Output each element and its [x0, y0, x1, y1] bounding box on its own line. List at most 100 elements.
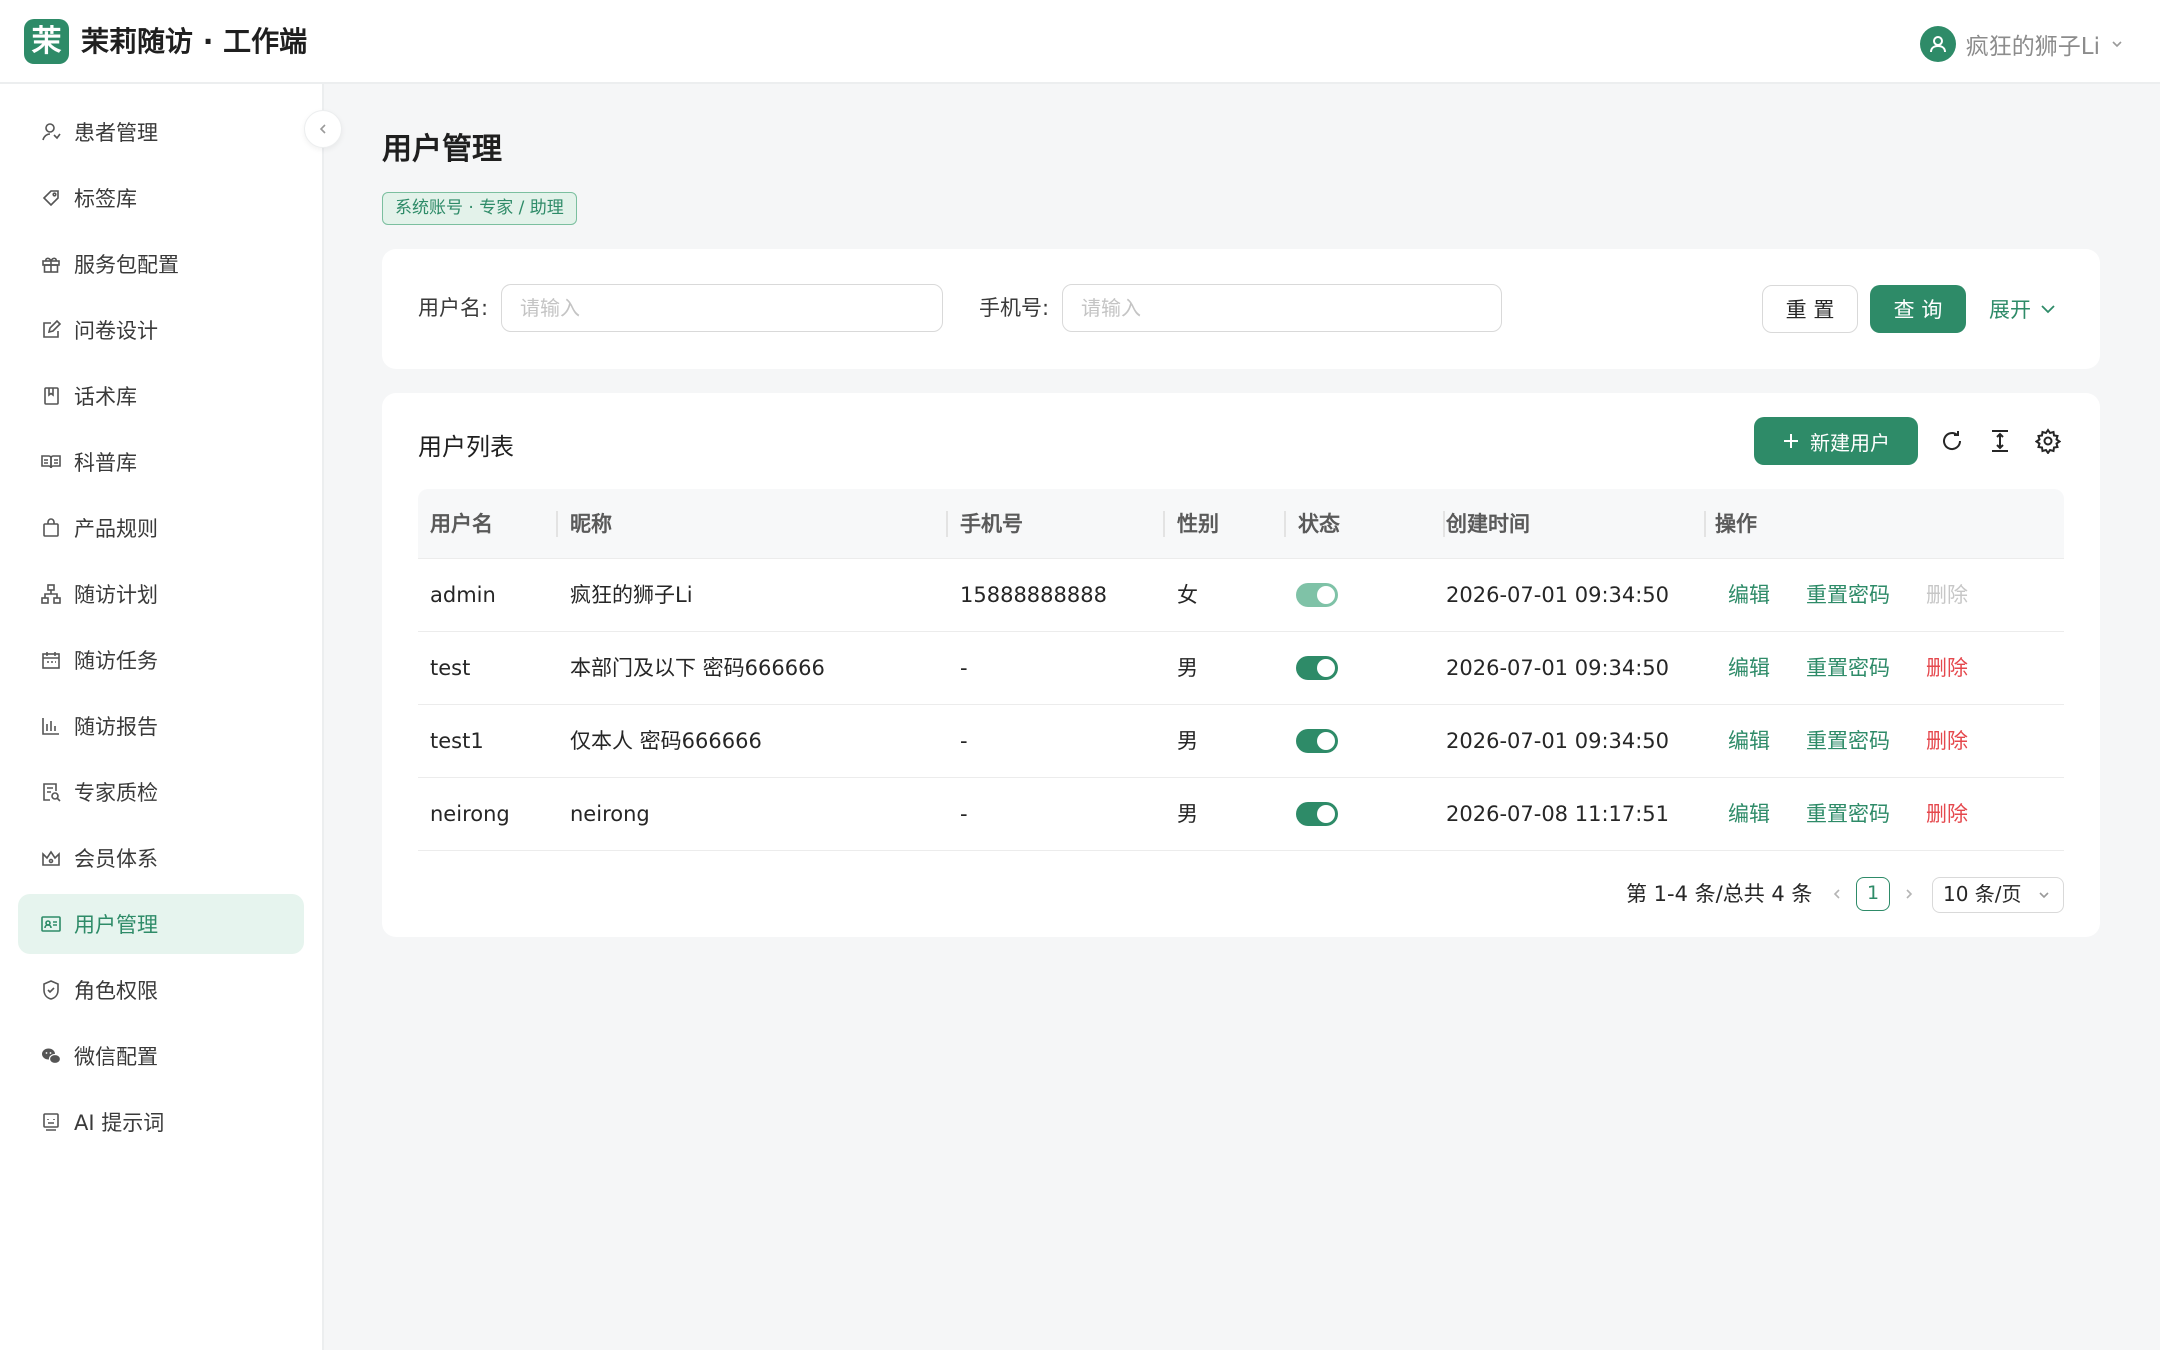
column-header[interactable]: 操作: [1715, 489, 1757, 559]
table-row: test1 仅本人 密码666666 - 男 2026-07-01 09:34:…: [418, 705, 2064, 778]
edit-link[interactable]: 编辑: [1728, 632, 1770, 705]
sidebar-item-ai-prompt[interactable]: AI 提示词: [18, 1092, 304, 1152]
reset-password-link[interactable]: 重置密码: [1806, 778, 1890, 851]
edit-link[interactable]: 编辑: [1728, 778, 1770, 851]
sidebar-item-user-management[interactable]: 用户管理: [18, 894, 304, 954]
reset-password-link[interactable]: 重置密码: [1806, 559, 1890, 632]
refresh-icon: [1943, 431, 1962, 450]
sidebar-item-science[interactable]: 科普库: [18, 432, 304, 492]
cell-created-time: 2026-07-01 09:34:50: [1446, 583, 1670, 607]
page-size-select[interactable]: 10 条/页: [1932, 877, 2064, 913]
page-title: 用户管理: [382, 132, 502, 167]
delete-link: 删除: [1926, 583, 1968, 607]
density-button[interactable]: [1984, 425, 2016, 457]
cell-gender: 女: [1177, 583, 1198, 607]
plus-icon: [1784, 434, 1798, 448]
edit-link[interactable]: 编辑: [1728, 705, 1770, 778]
bar-chart-icon: [42, 718, 59, 735]
edit-icon: [43, 319, 62, 338]
sidebar-item-label: 随访报告: [74, 715, 158, 739]
sidebar-item-label: 随访计划: [74, 583, 158, 607]
column-header[interactable]: 用户名: [430, 489, 493, 559]
book-icon: [44, 387, 59, 405]
edit-link[interactable]: 编辑: [1728, 559, 1770, 632]
delete-link[interactable]: 删除: [1926, 778, 1968, 851]
delete-link[interactable]: 删除: [1926, 705, 1968, 778]
sidebar-item-label: 专家质检: [74, 781, 158, 805]
audit-icon: [43, 783, 61, 802]
reset-password-link[interactable]: 重置密码: [1806, 632, 1890, 705]
expand-toggle[interactable]: 展开: [1989, 285, 2057, 333]
cell-username: test1: [430, 729, 484, 753]
status-switch[interactable]: [1296, 802, 1338, 826]
sidebar-item-label: 科普库: [74, 451, 137, 475]
cell-username: neirong: [430, 802, 510, 826]
sidebar-item-label: AI 提示词: [74, 1111, 165, 1135]
next-page-button[interactable]: [1898, 883, 1920, 905]
username-input[interactable]: [501, 284, 943, 332]
sidebar-item-expert-qc[interactable]: 专家质检: [18, 762, 304, 822]
column-settings-button[interactable]: [2032, 425, 2064, 457]
patient-icon: [42, 123, 61, 141]
column-header[interactable]: 性别: [1177, 489, 1219, 559]
new-user-label: 新建用户: [1810, 430, 1890, 455]
prev-page-button[interactable]: [1826, 883, 1848, 905]
sidebar-item-tags[interactable]: 标签库: [18, 168, 304, 228]
search-panel: 用户名: 手机号: 重 置 查 询 展开: [382, 249, 2100, 369]
top-header: 茉 茉莉随访 · 工作端 疯狂的狮子Li: [0, 0, 2160, 84]
sidebar-item-product-rules[interactable]: 产品规则: [18, 498, 304, 558]
sidebar-item-followup-plan[interactable]: 随访计划: [18, 564, 304, 624]
cell-gender: 男: [1177, 656, 1198, 680]
tag-icon: [42, 190, 59, 207]
id-card-icon: [41, 916, 61, 932]
account-type-tag: 系统账号 · 专家 / 助理: [382, 192, 577, 225]
phone-input[interactable]: [1062, 284, 1502, 332]
column-header[interactable]: 创建时间: [1446, 489, 1530, 559]
chevron-down-icon: [2112, 41, 2122, 48]
chevron-right-icon: [1906, 889, 1913, 899]
column-header[interactable]: 昵称: [570, 489, 612, 559]
chevron-left-icon: [319, 124, 326, 134]
username-label: 用户名:: [418, 296, 489, 320]
sidebar-item-patients[interactable]: 患者管理: [18, 102, 304, 162]
delete-link[interactable]: 删除: [1926, 632, 1968, 705]
sidebar-collapse-button[interactable]: [304, 110, 342, 148]
sidebar-item-wechat-config[interactable]: 微信配置: [18, 1026, 304, 1086]
status-switch: [1296, 583, 1338, 607]
status-switch[interactable]: [1296, 729, 1338, 753]
cell-nickname: 仅本人 密码666666: [570, 729, 762, 753]
gear-icon: [2035, 428, 2061, 454]
new-user-button[interactable]: 新建用户: [1754, 417, 1918, 465]
robot-icon: [43, 1113, 59, 1131]
sidebar-item-role-permission[interactable]: 角色权限: [18, 960, 304, 1020]
reset-password-link[interactable]: 重置密码: [1806, 705, 1890, 778]
cell-gender: 男: [1177, 729, 1198, 753]
chevron-down-icon: [2041, 305, 2055, 314]
refresh-button[interactable]: [1936, 425, 1968, 457]
cell-username: test: [430, 656, 471, 680]
page-number-button[interactable]: 1: [1856, 877, 1890, 911]
cell-nickname: 本部门及以下 密码666666: [570, 656, 825, 680]
sidebar-item-label: 会员体系: [74, 847, 158, 871]
sidebar-item-label: 角色权限: [74, 979, 158, 1003]
query-button[interactable]: 查 询: [1870, 285, 1966, 333]
column-header[interactable]: 状态: [1298, 489, 1340, 559]
sidebar: 患者管理 标签库 服务包配置 问卷设计 话术库 科普库 产品规则 随访计划 随访…: [0, 84, 324, 1350]
sidebar-item-label: 产品规则: [74, 517, 158, 541]
sidebar-item-service-package[interactable]: 服务包配置: [18, 234, 304, 294]
pagination-total: 第 1-4 条/总共 4 条: [1626, 882, 1813, 906]
cell-created-time: 2026-07-01 09:34:50: [1446, 729, 1670, 753]
app-title: 茉莉随访 · 工作端: [81, 25, 308, 58]
reset-button[interactable]: 重 置: [1762, 285, 1858, 333]
sidebar-item-membership[interactable]: 会员体系: [18, 828, 304, 888]
sidebar-item-scripts[interactable]: 话术库: [18, 366, 304, 426]
sidebar-item-questionnaire[interactable]: 问卷设计: [18, 300, 304, 360]
app-logo: 茉: [24, 19, 69, 64]
sidebar-item-followup-report[interactable]: 随访报告: [18, 696, 304, 756]
sidebar-item-followup-task[interactable]: 随访任务: [18, 630, 304, 690]
sidebar-item-label: 服务包配置: [74, 253, 179, 277]
user-name: 疯狂的狮子Li: [1965, 34, 2100, 60]
user-menu[interactable]: 疯狂的狮子Li: [1919, 26, 2124, 62]
column-header[interactable]: 手机号: [960, 489, 1023, 559]
status-switch[interactable]: [1296, 656, 1338, 680]
